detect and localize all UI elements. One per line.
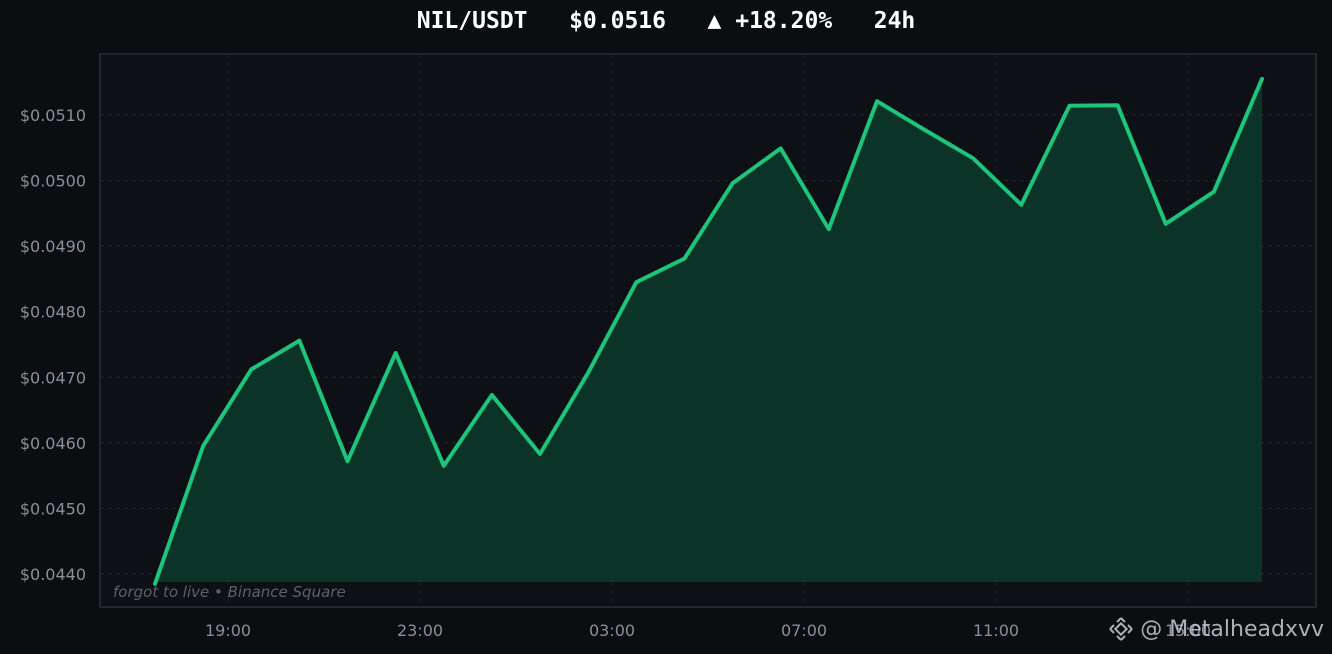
watermark-handle: @ Metalheadxvv bbox=[1140, 616, 1324, 642]
price-chart: $0.0440 $0.0450 $0.0460 $0.0470 $0.0480 $0.04… bbox=[20, 53, 1317, 640]
y-tick-label: $0.0440 bbox=[20, 565, 86, 584]
watermark: @ Metalheadxvv bbox=[1108, 616, 1324, 642]
x-tick-label: 23:00 bbox=[397, 621, 443, 640]
x-axis: 19:00 23:00 03:00 07:00 11:00 15:00 bbox=[205, 621, 1211, 640]
x-tick-label: 11:00 bbox=[973, 621, 1019, 640]
y-axis: $0.0440 $0.0450 $0.0460 $0.0470 $0.0480 $0.04… bbox=[20, 106, 86, 584]
binance-logo-icon bbox=[1109, 617, 1133, 641]
y-tick-label: $0.0510 bbox=[20, 106, 86, 125]
chart-caption: forgot to live • Binance Square bbox=[113, 583, 346, 601]
x-tick-label: 07:00 bbox=[781, 621, 827, 640]
y-tick-label: $0.0450 bbox=[20, 499, 86, 518]
y-tick-label: $0.0470 bbox=[20, 368, 86, 387]
y-tick-label: $0.0480 bbox=[20, 303, 86, 322]
y-tick-label: $0.0460 bbox=[20, 434, 86, 453]
y-tick-label: $0.0500 bbox=[20, 172, 86, 191]
x-tick-label: 03:00 bbox=[589, 621, 635, 640]
y-tick-label: $0.0490 bbox=[20, 237, 86, 256]
x-tick-label: 19:00 bbox=[205, 621, 251, 640]
